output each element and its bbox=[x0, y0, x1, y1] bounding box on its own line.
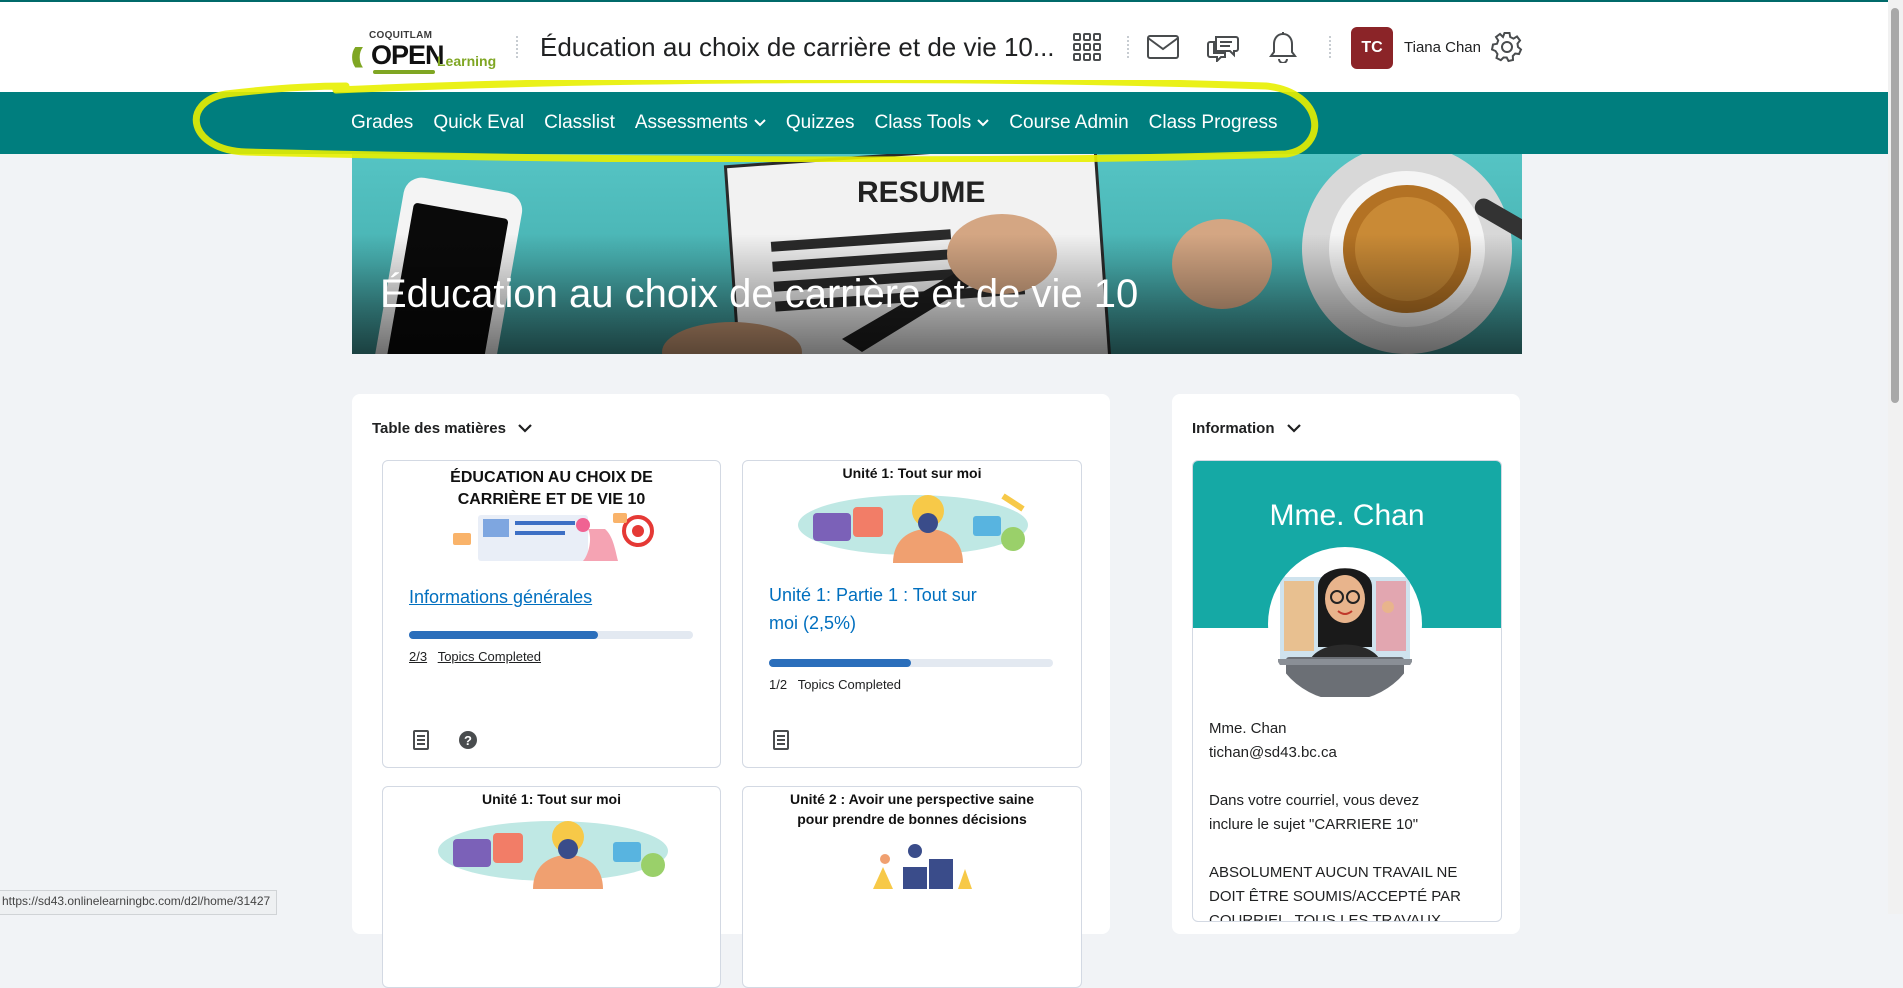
card-image: ÉDUCATION AU CHOIX DE CARRIÈRE ET DE VIE… bbox=[383, 461, 720, 563]
paragraph-line: ABSOLUMENT AUCUN TRAVAIL NE bbox=[1209, 864, 1458, 881]
document-icon[interactable] bbox=[771, 730, 791, 750]
contact-email[interactable]: tichan@sd43.bc.ca bbox=[1209, 741, 1489, 765]
logo-waves-icon: ((( bbox=[351, 43, 363, 68]
course-selector-grid-icon[interactable] bbox=[1070, 30, 1104, 64]
nav-assessments[interactable]: Assessments bbox=[635, 112, 766, 134]
course-navbar: Grades Quick Eval Classlist Assessments … bbox=[0, 92, 1903, 154]
nav-label: Class Progress bbox=[1148, 112, 1278, 133]
nav-grades[interactable]: Grades bbox=[351, 112, 413, 134]
gear-icon[interactable] bbox=[1490, 30, 1524, 64]
teacher-contact: Mme. Chan tichan@sd43.bc.ca bbox=[1209, 717, 1489, 765]
nav-label: Course Admin bbox=[1009, 112, 1129, 133]
document-icon[interactable] bbox=[411, 730, 431, 750]
card-image: Unité 1: Tout sur moi bbox=[743, 461, 1081, 563]
logo-big-text: OPEN bbox=[371, 40, 445, 70]
status-bar-url: https://sd43.onlinelearningbc.com/d2l/ho… bbox=[0, 890, 278, 915]
info-heading[interactable]: Information bbox=[1192, 420, 1301, 437]
card-illustration bbox=[798, 493, 1028, 563]
header-divider bbox=[1329, 36, 1333, 58]
progress-text: 1/2 Topics Completed bbox=[769, 677, 901, 692]
paragraph-line: Dans votre courriel, vous devez bbox=[1209, 792, 1420, 809]
teacher-bitmoji-avatar bbox=[1268, 547, 1422, 701]
progress-text[interactable]: 2/3 Topics Completed bbox=[409, 649, 541, 664]
course-banner: RESUME Éducation au choix de carrière et… bbox=[352, 154, 1522, 354]
progress-fill bbox=[409, 631, 599, 639]
nav-label: Quick Eval bbox=[433, 112, 525, 133]
card-title-link[interactable]: Unité 1: Partie 1 : Tout sur moi (2,5%) bbox=[769, 581, 977, 637]
chevron-down-icon[interactable] bbox=[518, 424, 532, 433]
nav-label: Quizzes bbox=[785, 112, 855, 133]
toc-card[interactable]: Unité 2 : Avoir une perspective saine po… bbox=[742, 786, 1082, 988]
chevron-down-icon[interactable] bbox=[1286, 424, 1301, 433]
toc-heading-text: Table des matières bbox=[372, 420, 506, 437]
card-illustration bbox=[438, 821, 668, 889]
scrollbar-thumb[interactable] bbox=[1891, 8, 1899, 403]
help-question-icon[interactable]: ? bbox=[458, 730, 478, 750]
toc-card[interactable]: Unité 1: Tout sur moi Unité 1: Partie 1 … bbox=[742, 460, 1082, 768]
toc-card[interactable]: ÉDUCATION AU CHOIX DE CARRIÈRE ET DE VIE… bbox=[382, 460, 721, 768]
card-image: Unité 1: Tout sur moi bbox=[383, 787, 720, 889]
nav-label: Grades bbox=[351, 112, 414, 133]
header-divider bbox=[1127, 36, 1131, 58]
table-of-contents-widget: Table des matières ÉDUCATION AU CHOIX DE… bbox=[352, 394, 1110, 988]
card-title-line: Unité 1: Partie 1 : Tout sur bbox=[769, 585, 977, 605]
progress-count: 1/2 bbox=[769, 677, 788, 692]
toc-card[interactable]: Unité 1: Tout sur moi bbox=[382, 786, 721, 988]
nav-quick-eval[interactable]: Quick Eval bbox=[433, 112, 524, 134]
nav-label: Classlist bbox=[544, 112, 615, 133]
course-title[interactable]: Éducation au choix de carrière et de vie… bbox=[540, 32, 1055, 63]
chevron-down-icon bbox=[977, 119, 990, 127]
nav-label: Assessments bbox=[634, 112, 748, 133]
banner-course-title: Éducation au choix de carrière et de vie… bbox=[380, 272, 1139, 316]
header: COQUITLAM ((( OPEN Learning Éducation au… bbox=[0, 2, 1903, 92]
progress-bar bbox=[769, 659, 1053, 667]
progress-bar bbox=[409, 631, 693, 639]
teacher-info-card: Mme. Chan Mme. Chan tichan@sd43.bc.ca Da… bbox=[1192, 460, 1502, 922]
logo-learning-text: Learning bbox=[437, 53, 497, 69]
mail-icon[interactable] bbox=[1146, 30, 1180, 64]
chat-icon[interactable] bbox=[1206, 30, 1240, 64]
paragraph-line: DOIT ÊTRE SOUMIS/ACCEPTÉ PAR bbox=[1209, 888, 1461, 905]
toc-heading[interactable]: Table des matières bbox=[372, 420, 532, 437]
logo-swoosh bbox=[373, 70, 435, 74]
nav-quizzes[interactable]: Quizzes bbox=[786, 112, 855, 134]
nav-course-admin[interactable]: Course Admin bbox=[1009, 112, 1128, 134]
contact-name: Mme. Chan bbox=[1209, 720, 1287, 737]
card-illustration bbox=[453, 513, 654, 561]
card-title-link[interactable]: Informations générales bbox=[409, 583, 592, 611]
card-illustration bbox=[873, 844, 972, 889]
nav-label: Class Tools bbox=[874, 112, 972, 133]
progress-label: Topics Completed bbox=[797, 677, 902, 692]
svg-text:?: ? bbox=[464, 733, 472, 748]
info-paragraph: Dans votre courriel, vous devez inclure … bbox=[1209, 789, 1489, 837]
teacher-name-title: Mme. Chan bbox=[1269, 499, 1425, 532]
banner-resume-text: RESUME bbox=[857, 176, 985, 209]
progress-label: Topics Completed bbox=[437, 649, 542, 664]
teacher-avatar-illustration bbox=[1278, 568, 1412, 697]
info-heading-text: Information bbox=[1192, 420, 1275, 437]
coquitlam-open-learning-logo[interactable]: COQUITLAM ((( OPEN Learning bbox=[351, 30, 497, 74]
user-name[interactable]: Tiana Chan bbox=[1404, 39, 1481, 56]
paragraph-line: inclure le sujet "CARRIERE 10" bbox=[1209, 816, 1419, 833]
nav-classlist[interactable]: Classlist bbox=[544, 112, 615, 134]
chevron-down-icon bbox=[754, 119, 766, 127]
nav-class-tools[interactable]: Class Tools bbox=[874, 112, 990, 134]
paragraph-line: COURRIEL. TOUS LES TRAVAUX bbox=[1209, 912, 1442, 922]
card-image: Unité 2 : Avoir une perspective saine po… bbox=[743, 787, 1081, 889]
progress-fill bbox=[769, 659, 911, 667]
bell-icon[interactable] bbox=[1266, 30, 1300, 64]
progress-count: 2/3 bbox=[409, 649, 428, 664]
info-paragraph: ABSOLUMENT AUCUN TRAVAIL NE DOIT ÊTRE SO… bbox=[1209, 861, 1489, 922]
user-avatar[interactable]: TC bbox=[1351, 27, 1393, 69]
header-divider bbox=[516, 36, 520, 58]
nav-class-progress[interactable]: Class Progress bbox=[1149, 112, 1278, 134]
card-title-line: moi (2,5%) bbox=[769, 613, 857, 633]
